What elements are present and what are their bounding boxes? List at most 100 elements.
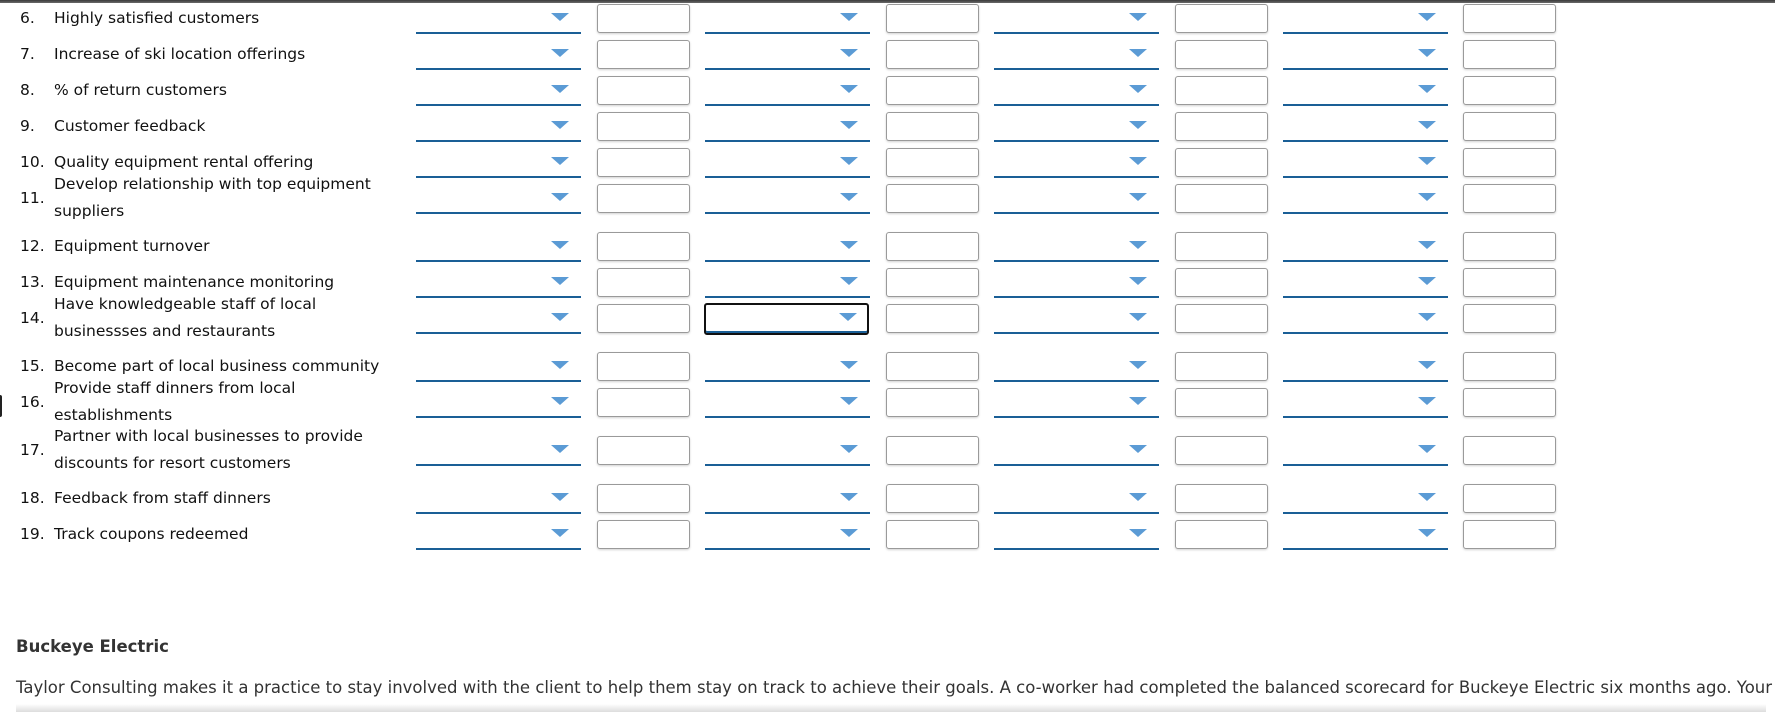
column-1-dropdown[interactable] (416, 304, 581, 334)
column-2-dropdown[interactable] (705, 388, 870, 418)
column-3-input[interactable] (1175, 40, 1268, 69)
column-3-dropdown[interactable] (994, 520, 1159, 550)
column-1-input[interactable] (597, 484, 690, 513)
column-4-input[interactable] (1463, 184, 1556, 213)
column-1-input[interactable] (597, 304, 690, 333)
column-3-dropdown[interactable] (994, 268, 1159, 298)
column-2-dropdown[interactable] (705, 4, 870, 34)
column-4-input[interactable] (1463, 268, 1556, 297)
column-3-input[interactable] (1175, 388, 1268, 417)
column-1-input[interactable] (597, 112, 690, 141)
column-1-input[interactable] (597, 40, 690, 69)
column-2-dropdown[interactable] (705, 520, 870, 550)
column-1-input[interactable] (597, 184, 690, 213)
column-1-dropdown[interactable] (416, 4, 581, 34)
column-3-input[interactable] (1175, 352, 1268, 381)
column-1-dropdown[interactable] (416, 40, 581, 70)
column-2-input[interactable] (886, 184, 979, 213)
column-3-dropdown[interactable] (994, 40, 1159, 70)
column-1-input[interactable] (597, 4, 690, 33)
column-4-input[interactable] (1463, 4, 1556, 33)
column-2-input[interactable] (886, 520, 979, 549)
column-2-input[interactable] (886, 112, 979, 141)
column-4-dropdown[interactable] (1283, 388, 1448, 418)
column-2-dropdown[interactable] (705, 76, 870, 106)
column-4-dropdown[interactable] (1283, 304, 1448, 334)
column-4-dropdown[interactable] (1283, 148, 1448, 178)
column-2-input[interactable] (886, 4, 979, 33)
column-3-dropdown[interactable] (994, 388, 1159, 418)
column-1-input[interactable] (597, 388, 690, 417)
column-3-dropdown[interactable] (994, 148, 1159, 178)
column-1-input[interactable] (597, 436, 690, 465)
column-4-input[interactable] (1463, 352, 1556, 381)
column-3-input[interactable] (1175, 232, 1268, 261)
column-1-dropdown[interactable] (416, 388, 581, 418)
column-1-input[interactable] (597, 352, 690, 381)
column-4-input[interactable] (1463, 484, 1556, 513)
column-3-input[interactable] (1175, 148, 1268, 177)
column-3-input[interactable] (1175, 436, 1268, 465)
column-4-dropdown[interactable] (1283, 40, 1448, 70)
column-4-dropdown[interactable] (1283, 232, 1448, 262)
column-3-dropdown[interactable] (994, 76, 1159, 106)
column-2-dropdown[interactable] (705, 148, 870, 178)
column-4-input[interactable] (1463, 520, 1556, 549)
column-2-input[interactable] (886, 352, 979, 381)
column-4-dropdown[interactable] (1283, 436, 1448, 466)
column-2-dropdown[interactable] (704, 303, 869, 335)
column-3-input[interactable] (1175, 268, 1268, 297)
column-1-input[interactable] (597, 148, 690, 177)
column-1-dropdown[interactable] (416, 76, 581, 106)
column-2-dropdown[interactable] (705, 268, 870, 298)
column-3-dropdown[interactable] (994, 232, 1159, 262)
column-3-dropdown[interactable] (994, 304, 1159, 334)
column-3-input[interactable] (1175, 304, 1268, 333)
column-2-dropdown[interactable] (705, 40, 870, 70)
column-4-dropdown[interactable] (1283, 352, 1448, 382)
column-3-input[interactable] (1175, 76, 1268, 105)
column-1-input[interactable] (597, 232, 690, 261)
column-1-dropdown[interactable] (416, 112, 581, 142)
column-1-dropdown[interactable] (416, 232, 581, 262)
column-3-dropdown[interactable] (994, 184, 1159, 214)
column-2-dropdown[interactable] (705, 184, 870, 214)
column-4-dropdown[interactable] (1283, 112, 1448, 142)
column-1-dropdown[interactable] (416, 520, 581, 550)
column-4-input[interactable] (1463, 232, 1556, 261)
column-1-dropdown[interactable] (416, 268, 581, 298)
column-4-dropdown[interactable] (1283, 184, 1448, 214)
column-1-dropdown[interactable] (416, 436, 581, 466)
column-1-dropdown[interactable] (416, 352, 581, 382)
column-2-dropdown[interactable] (705, 112, 870, 142)
column-1-dropdown[interactable] (416, 184, 581, 214)
column-1-input[interactable] (597, 76, 690, 105)
column-1-dropdown[interactable] (416, 484, 581, 514)
column-4-input[interactable] (1463, 436, 1556, 465)
column-2-dropdown[interactable] (705, 352, 870, 382)
column-3-input[interactable] (1175, 112, 1268, 141)
column-4-input[interactable] (1463, 388, 1556, 417)
column-3-input[interactable] (1175, 520, 1268, 549)
column-2-dropdown[interactable] (705, 484, 870, 514)
column-3-dropdown[interactable] (994, 436, 1159, 466)
column-2-input[interactable] (886, 484, 979, 513)
column-2-dropdown[interactable] (705, 436, 870, 466)
column-3-input[interactable] (1175, 184, 1268, 213)
column-2-input[interactable] (886, 436, 979, 465)
column-2-input[interactable] (886, 148, 979, 177)
column-4-input[interactable] (1463, 40, 1556, 69)
column-2-input[interactable] (886, 40, 979, 69)
column-4-dropdown[interactable] (1283, 268, 1448, 298)
column-4-dropdown[interactable] (1283, 76, 1448, 106)
column-4-dropdown[interactable] (1283, 520, 1448, 550)
column-1-dropdown[interactable] (416, 148, 581, 178)
column-3-input[interactable] (1175, 484, 1268, 513)
column-2-input[interactable] (886, 388, 979, 417)
column-4-input[interactable] (1463, 76, 1556, 105)
column-2-input[interactable] (886, 304, 979, 333)
column-1-input[interactable] (597, 520, 690, 549)
column-3-dropdown[interactable] (994, 4, 1159, 34)
column-3-dropdown[interactable] (994, 112, 1159, 142)
column-4-input[interactable] (1463, 112, 1556, 141)
